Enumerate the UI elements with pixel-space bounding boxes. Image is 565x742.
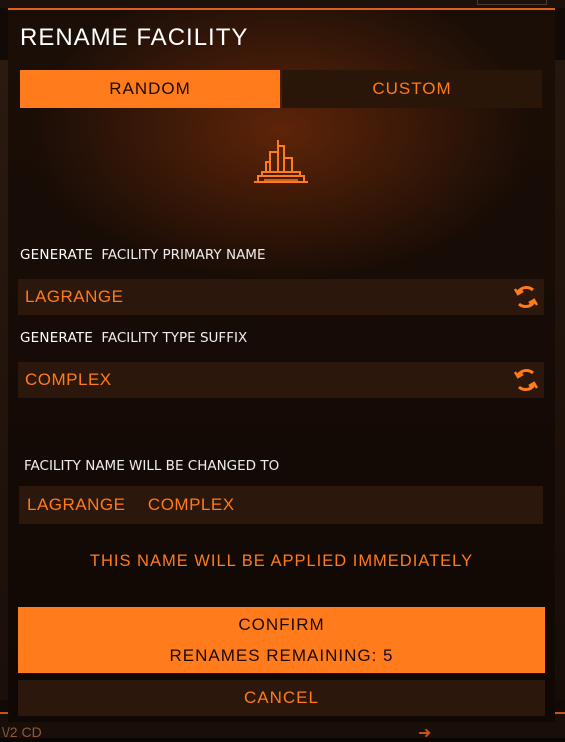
arrow-right-icon: ➜ xyxy=(418,723,432,742)
dialog-title: RENAME FACILITY xyxy=(20,24,249,51)
type-suffix-label-prefix: GENERATE xyxy=(20,330,94,346)
preview-label: FACILITY NAME WILL BE CHANGED TO xyxy=(24,458,280,474)
confirm-button[interactable]: CONFIRM RENAMES REMAINING: 5 xyxy=(18,607,545,673)
type-suffix-label-text: FACILITY TYPE SUFFIX xyxy=(101,330,248,346)
type-suffix-field[interactable]: COMPLEX xyxy=(18,362,544,398)
primary-name-label-prefix: GENERATE xyxy=(20,247,94,263)
confirm-label: CONFIRM xyxy=(238,614,325,634)
background-right-panel xyxy=(555,60,565,700)
primary-name-label: GENERATE FACILITY PRIMARY NAME xyxy=(20,247,265,263)
renames-remaining: RENAMES REMAINING: 5 xyxy=(169,645,394,665)
tab-random[interactable]: RANDOM xyxy=(20,70,280,108)
refresh-icon[interactable] xyxy=(512,283,540,311)
facility-building-icon xyxy=(254,140,308,183)
background-top-box xyxy=(477,0,547,5)
notice-text: THIS NAME WILL BE APPLIED IMMEDIATELY xyxy=(89,552,474,570)
rename-facility-dialog: RENAME FACILITY RANDOM CUSTOM GENERATE F… xyxy=(8,8,555,722)
refresh-icon[interactable] xyxy=(512,366,540,394)
primary-name-field[interactable]: LAGRANGE xyxy=(18,279,544,315)
tab-custom[interactable]: CUSTOM xyxy=(282,70,542,108)
type-suffix-label: GENERATE FACILITY TYPE SUFFIX xyxy=(20,330,247,346)
preview-field: LAGRANGE COMPLEX xyxy=(19,486,543,524)
background-top-bar xyxy=(0,0,565,8)
background-left-panel xyxy=(0,60,8,700)
primary-name-value: LAGRANGE xyxy=(25,287,124,306)
cancel-button[interactable]: CANCEL xyxy=(18,680,545,716)
type-suffix-value: COMPLEX xyxy=(25,370,112,389)
primary-name-label-text: FACILITY PRIMARY NAME xyxy=(101,247,266,263)
preview-value: LAGRANGE COMPLEX xyxy=(27,495,235,514)
